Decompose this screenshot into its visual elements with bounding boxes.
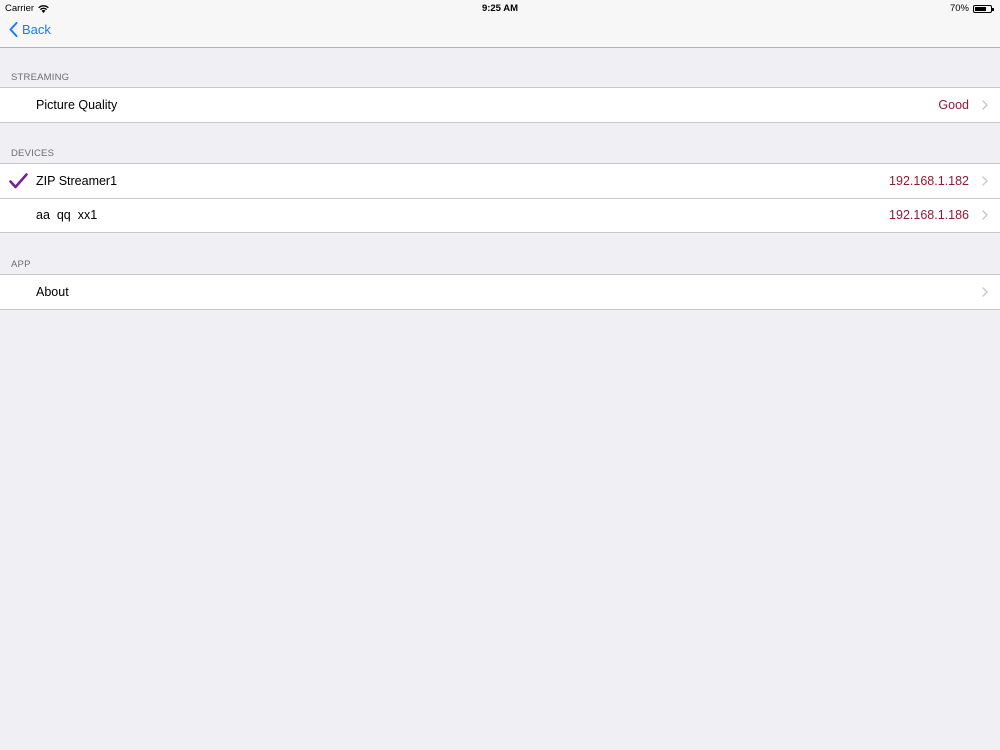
chevron-left-icon	[9, 22, 18, 37]
battery-tip	[992, 7, 994, 11]
about-row[interactable]: About	[0, 275, 1000, 309]
device-row-aa-qq-xx1[interactable]: aa qq xx1 192.168.1.186	[0, 198, 1000, 232]
chevron-right-icon	[982, 176, 988, 186]
devices-group: ZIP Streamer1 192.168.1.182 aa qq xx1 19…	[0, 163, 1000, 233]
chevron-right-icon	[982, 287, 988, 297]
row-label: aa qq xx1	[36, 208, 98, 222]
row-value: Good	[938, 98, 969, 112]
section-header-streaming: STREAMING	[11, 72, 70, 83]
battery-percent: 70%	[949, 3, 969, 14]
app-group: About	[0, 274, 1000, 310]
chevron-right-icon	[982, 100, 988, 110]
battery-fill	[975, 6, 986, 11]
picture-quality-row[interactable]: Picture Quality Good	[0, 88, 1000, 122]
chevron-right-icon	[982, 210, 988, 220]
status-bar: Carrier 9:25 AM 70%	[0, 0, 1000, 16]
navigation-bar: Back	[0, 16, 1000, 48]
section-header-devices: DEVICES	[11, 148, 55, 159]
row-label: ZIP Streamer1	[36, 174, 118, 188]
checkmark-icon	[9, 173, 28, 189]
back-label: Back	[22, 22, 51, 37]
status-time: 9:25 AM	[481, 3, 519, 14]
battery-icon	[973, 4, 994, 13]
row-value: 192.168.1.186	[889, 208, 969, 222]
row-label: Picture Quality	[36, 98, 118, 112]
device-row-zip-streamer1[interactable]: ZIP Streamer1 192.168.1.182	[0, 164, 1000, 198]
row-value: 192.168.1.182	[889, 174, 969, 188]
status-right: 70%	[949, 3, 994, 14]
streaming-group: Picture Quality Good	[0, 87, 1000, 123]
section-header-app: APP	[11, 259, 31, 270]
row-label: About	[36, 285, 69, 299]
back-button[interactable]: Back	[9, 22, 51, 37]
